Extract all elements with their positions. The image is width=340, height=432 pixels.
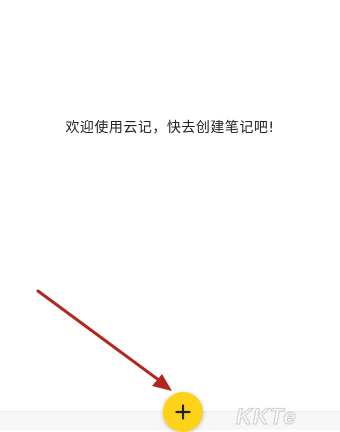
annotation-arrow [36,289,172,391]
notes-screen: 欢迎使用云记，快去创建笔记吧! KKTe [0,0,340,432]
plus-icon [175,404,191,420]
empty-state-message: 欢迎使用云记，快去创建笔记吧! [65,120,275,136]
watermark-logo: KKTe [235,403,297,429]
add-note-button[interactable] [163,392,203,432]
